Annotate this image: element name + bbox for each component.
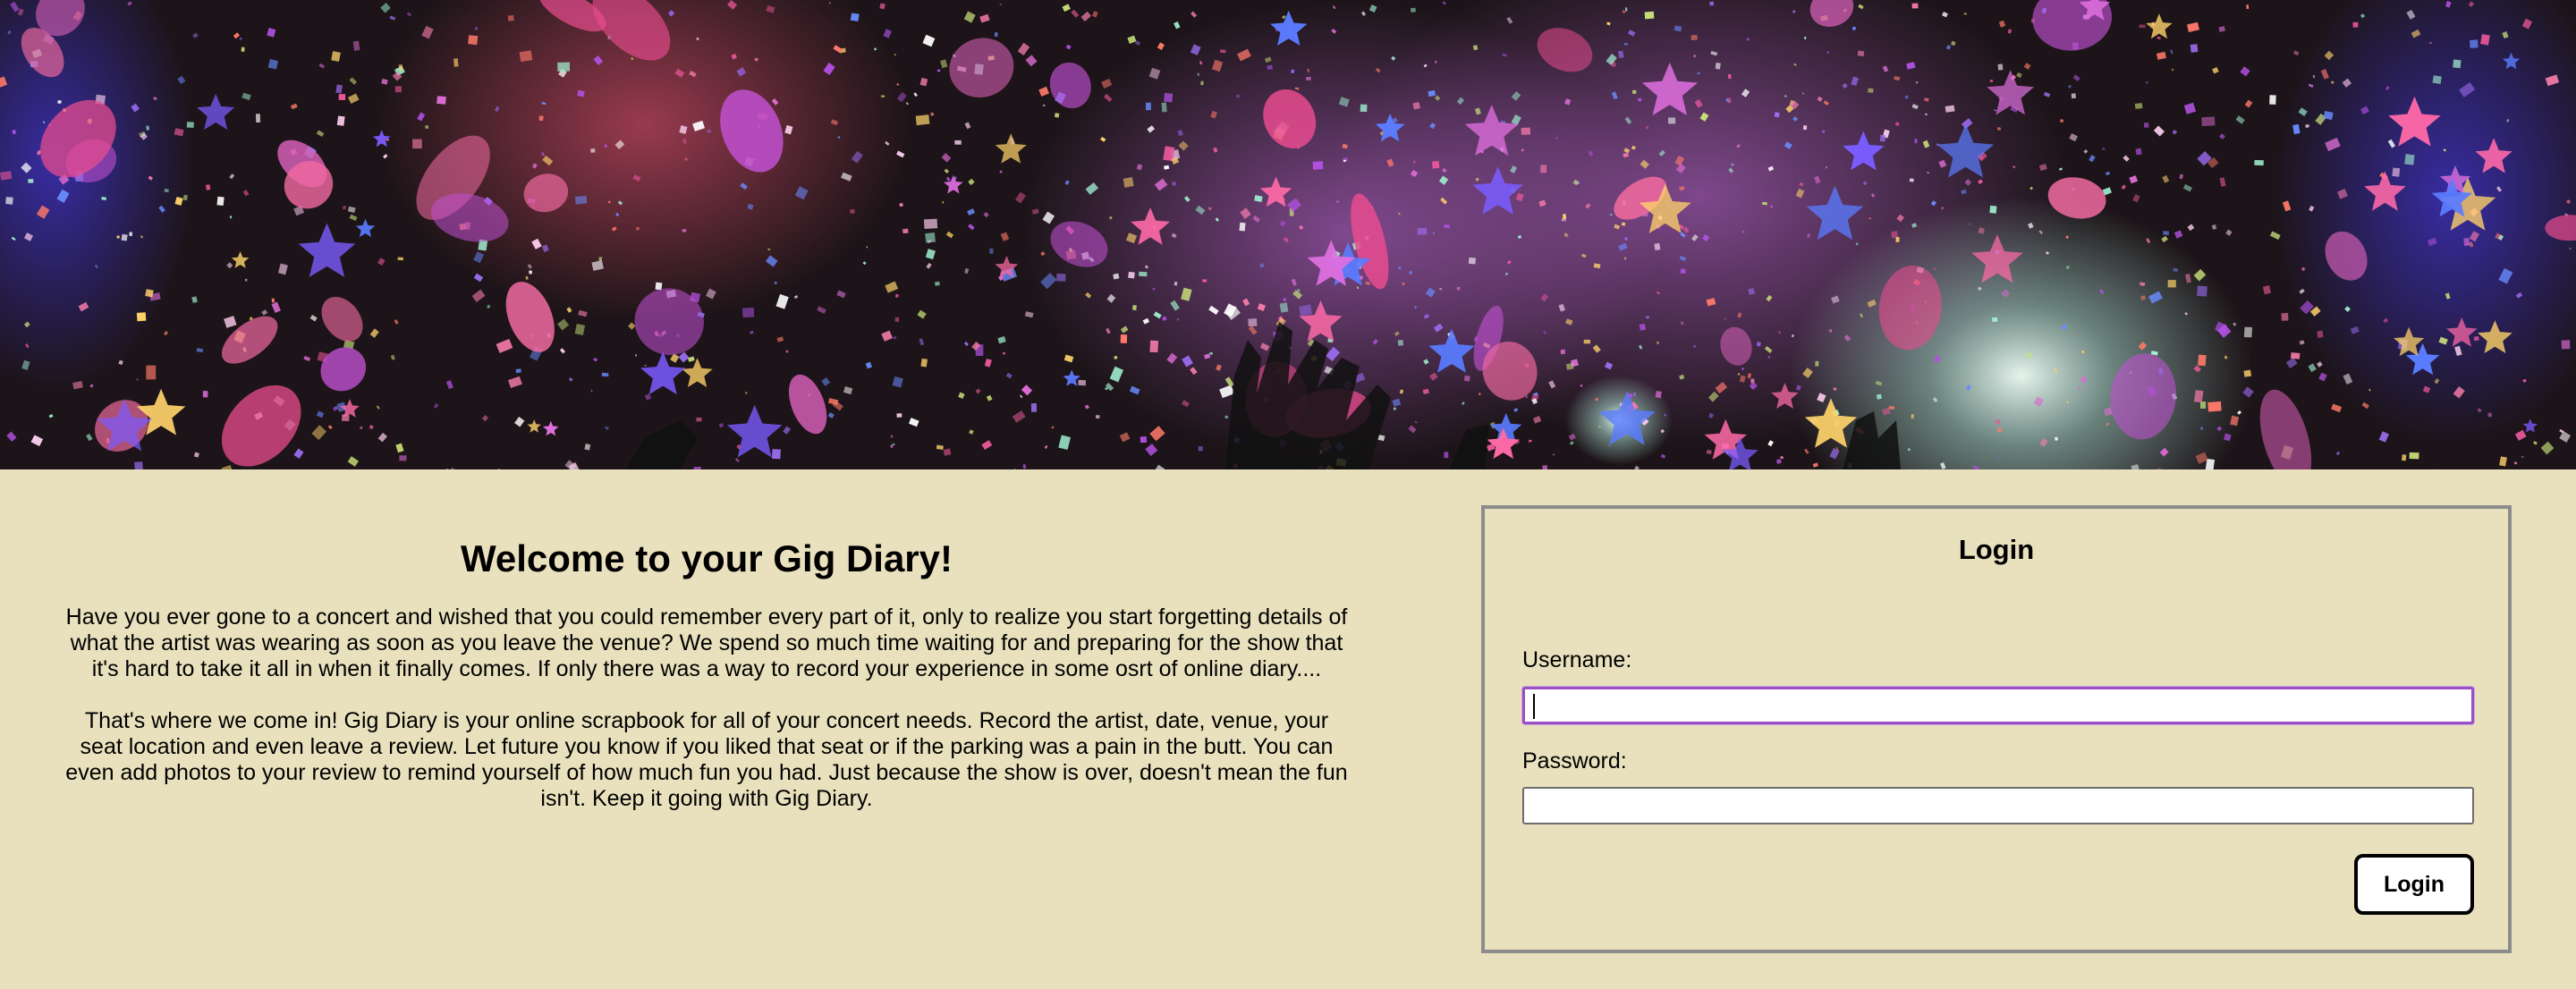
password-input[interactable] — [1522, 787, 2474, 824]
about-paragraph: That's where we come in! Gig Diary is yo… — [65, 708, 1348, 812]
password-label: Password: — [1522, 748, 1627, 773]
hero-banner-image — [0, 0, 2576, 469]
username-label: Username: — [1522, 647, 1632, 672]
username-input[interactable] — [1522, 687, 2474, 724]
login-form: Login Username: Password: Login — [1481, 505, 2512, 953]
intro-paragraph: Have you ever gone to a concert and wish… — [65, 604, 1348, 682]
login-button[interactable]: Login — [2354, 854, 2474, 915]
text-cursor — [1533, 694, 1535, 719]
concert-confetti-photo — [0, 0, 2576, 469]
welcome-section: Welcome to your Gig Diary! Have you ever… — [63, 537, 1351, 838]
welcome-title: Welcome to your Gig Diary! — [461, 537, 953, 579]
login-title: Login — [1958, 534, 2035, 565]
